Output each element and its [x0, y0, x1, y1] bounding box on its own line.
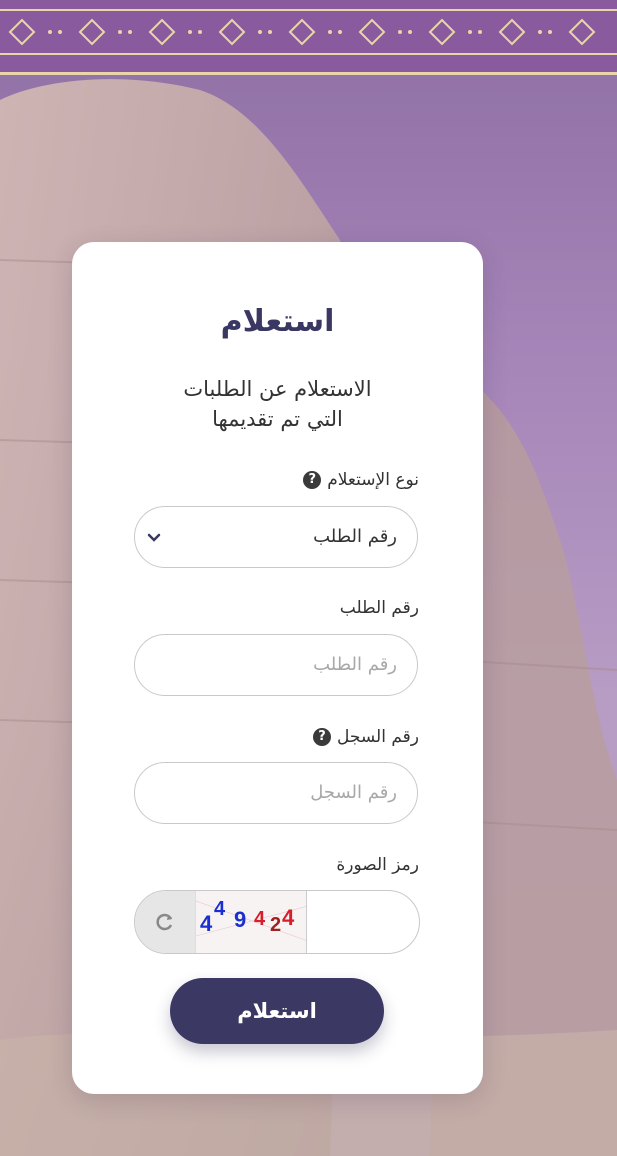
captcha-char: 4 [254, 908, 266, 930]
registry-number-input[interactable]: رقم السجل [134, 762, 418, 824]
inquiry-card: استعلام الاستعلام عن الطلبات التي تم تقد… [72, 242, 483, 1094]
request-number-placeholder: رقم الطلب [313, 654, 397, 675]
card-subtitle: الاستعلام عن الطلبات التي تم تقديمها [132, 374, 423, 434]
captcha-label-text: رمز الصورة [336, 855, 419, 875]
card-title: استعلام [220, 304, 335, 339]
refresh-icon [156, 913, 173, 931]
subtitle-line-1: الاستعلام عن الطلبات [183, 377, 372, 401]
request-number-label-text: رقم الطلب [339, 598, 419, 618]
captcha-char: 4 [214, 898, 226, 920]
request-number-label: رقم الطلب [340, 598, 419, 618]
submit-inquiry-button[interactable]: استعلام [170, 978, 384, 1044]
registry-number-placeholder: رقم السجل [310, 782, 397, 803]
help-icon[interactable]: ? [303, 471, 322, 489]
captcha-group: 4 4 9 4 2 4 [134, 890, 420, 954]
pattern-decoration [0, 9, 617, 55]
help-icon[interactable]: ? [313, 728, 332, 746]
captcha-char: 9 [234, 907, 246, 932]
inquiry-type-selected: رقم الطلب [313, 526, 397, 547]
chevron-down-icon [147, 533, 161, 542]
captcha-char: 4 [200, 911, 213, 936]
request-number-input[interactable]: رقم الطلب [134, 634, 418, 696]
inquiry-type-label: نوع الإستعلام ? [303, 470, 419, 490]
inquiry-type-label-text: نوع الإستعلام [327, 470, 419, 490]
decorative-header-band [0, 0, 617, 75]
subtitle-line-2: التي تم تقديمها [212, 407, 343, 431]
registry-number-label: رقم السجل ? [313, 727, 419, 747]
captcha-char: 2 [270, 914, 281, 936]
refresh-captcha-button[interactable] [135, 891, 195, 953]
captcha-char: 4 [282, 905, 295, 930]
captcha-label: رمز الصورة [336, 855, 419, 875]
captcha-image: 4 4 9 4 2 4 [195, 891, 307, 953]
registry-number-label-text: رقم السجل [337, 727, 419, 747]
captcha-input[interactable] [309, 891, 419, 953]
inquiry-type-select[interactable]: رقم الطلب [134, 506, 418, 568]
